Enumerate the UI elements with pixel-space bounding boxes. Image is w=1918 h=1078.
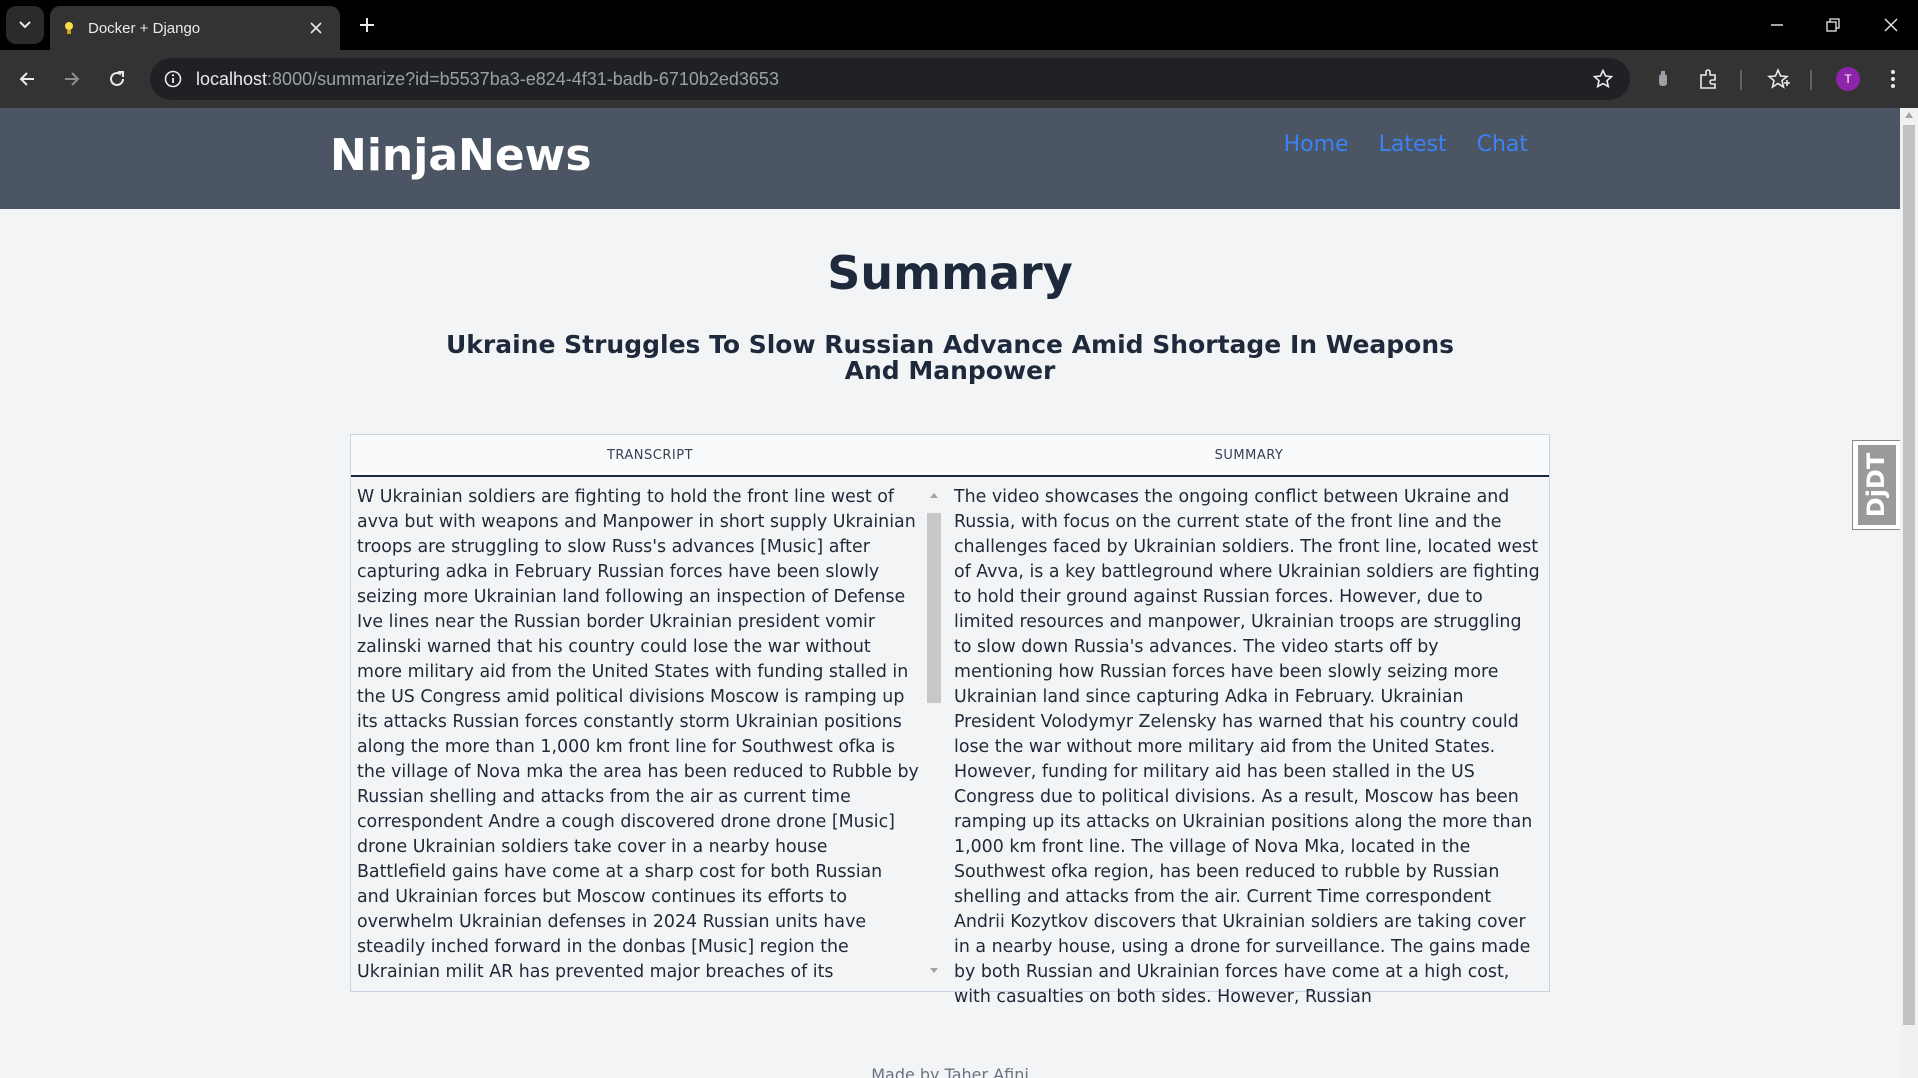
restore-window-button[interactable] (1816, 8, 1850, 42)
column-header-transcript: TRANSCRIPT (606, 447, 694, 463)
page-viewport: NinjaNews Home Latest Chat Summary Ukrai… (0, 108, 1900, 1078)
browser-toolbar: localhost:8000/summarize?id=b5537ba3-e82… (0, 50, 1918, 108)
transcript-summary-table: TRANSCRIPT SUMMARY W Ukrainian soldiers … (350, 434, 1550, 1007)
url-path: :8000/summarize?id=b5537ba3-e824-4f31-ba… (267, 68, 779, 89)
extension-icon[interactable] (1646, 62, 1680, 96)
site-header: NinjaNews Home Latest Chat (0, 108, 1900, 209)
minimize-icon (1771, 24, 1783, 26)
reload-button[interactable] (100, 62, 134, 96)
djdt-label: DjDT (1862, 452, 1891, 518)
transcript-scroll-thumb[interactable] (927, 513, 941, 703)
minimize-window-button[interactable] (1760, 8, 1794, 42)
browser-tab-active[interactable]: Docker + Django (50, 6, 340, 50)
address-bar[interactable]: localhost:8000/summarize?id=b5537ba3-e82… (150, 58, 1630, 100)
bookmarks-manager-icon[interactable] (1762, 62, 1796, 96)
puzzle-extensions-icon[interactable] (1692, 62, 1726, 96)
site-brand[interactable]: NinjaNews (330, 130, 592, 181)
toolbar-divider (1810, 70, 1812, 90)
url-text: localhost:8000/summarize?id=b5537ba3-e82… (196, 69, 779, 90)
nav-link-latest[interactable]: Latest (1379, 132, 1447, 157)
nav-link-home[interactable]: Home (1284, 132, 1349, 157)
close-icon (1884, 18, 1898, 32)
close-tab-icon[interactable] (306, 18, 326, 38)
table-header-row: TRANSCRIPT SUMMARY (351, 435, 1549, 477)
footer-credit: Made by Taher Afini (871, 1065, 1029, 1078)
plus-icon (360, 18, 374, 32)
browser-tab-bar: Docker + Django (0, 0, 1918, 50)
scroll-down-arrow-icon[interactable] (930, 968, 938, 973)
djdt-badge: DjDT (1857, 445, 1896, 525)
bookmark-star-icon[interactable] (1590, 66, 1616, 92)
tab-search-button[interactable] (6, 6, 44, 44)
forward-button[interactable] (55, 62, 89, 96)
profile-avatar[interactable]: T (1836, 67, 1860, 91)
toolbar-divider (1740, 70, 1742, 90)
site-info-icon[interactable] (162, 68, 184, 90)
scroll-up-arrow-icon[interactable] (930, 493, 938, 498)
bulb-favicon-icon (64, 21, 74, 35)
transcript-textbox[interactable]: W Ukrainian soldiers are fighting to hol… (357, 485, 919, 985)
page-scroll-thumb[interactable] (1903, 125, 1915, 1025)
restore-icon (1826, 18, 1840, 32)
article-title: Ukraine Struggles To Slow Russian Advanc… (445, 330, 1455, 385)
tab-title: Docker + Django (88, 19, 201, 37)
summary-text: The video showcases the ongoing conflict… (954, 487, 1540, 1007)
arrow-left-icon (19, 72, 34, 86)
url-host: localhost (196, 68, 268, 89)
close-window-button[interactable] (1874, 8, 1908, 42)
new-tab-button[interactable] (352, 10, 382, 40)
page-title: Summary (827, 246, 1073, 300)
arrow-right-icon (65, 72, 80, 86)
kebab-menu-icon[interactable] (1876, 62, 1910, 96)
back-button[interactable] (10, 62, 44, 96)
column-header-summary: SUMMARY (1214, 447, 1284, 463)
reload-icon (110, 71, 124, 86)
site-nav: Home Latest Chat (1284, 132, 1528, 157)
django-debug-toolbar-handle[interactable]: DjDT (1852, 440, 1900, 530)
chevron-down-icon (19, 21, 31, 29)
page-scroll-up-arrow-icon[interactable] (1905, 112, 1913, 118)
nav-link-chat[interactable]: Chat (1477, 132, 1528, 157)
